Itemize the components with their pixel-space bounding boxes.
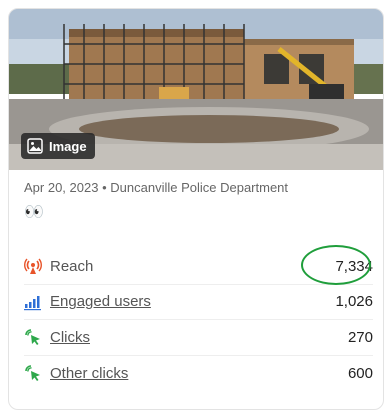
metrics-list: Reach 7,334 Engaged users 1,026 Clicks 2… [24,245,373,392]
metric-link-engaged-users[interactable]: Engaged users [50,293,151,310]
meta-separator: • [102,180,107,195]
metric-row-engaged-users: Engaged users 1,026 [24,285,373,320]
cursor-click-icon [24,364,42,382]
metric-value-engaged-users: 1,026 [335,293,373,311]
post-insights-card: Image Apr 20, 2023 • Duncanville Police … [8,8,384,410]
metric-row-reach: Reach 7,334 [24,245,373,285]
image-icon [27,138,43,154]
metric-link-other-clicks[interactable]: Other clicks [50,365,128,382]
post-meta: Apr 20, 2023 • Duncanville Police Depart… [24,180,288,195]
image-badge-label: Image [49,138,87,154]
metric-value-other-clicks: 600 [347,364,373,382]
post-image[interactable]: Image [9,9,383,170]
metric-value-reach: 7,334 [335,257,373,275]
metric-link-clicks[interactable]: Clicks [50,329,90,346]
cursor-click-icon [24,328,42,346]
post-date: Apr 20, 2023 [24,180,99,195]
page-name: Duncanville Police Department [110,180,289,195]
metric-value-clicks: 270 [347,328,373,346]
metric-row-clicks: Clicks 270 [24,320,373,356]
metric-label-reach: Reach [50,257,94,275]
bar-chart-icon [24,293,42,311]
image-type-badge: Image [21,133,95,159]
reach-icon [24,257,42,275]
metric-row-other-clicks: Other clicks 600 [24,356,373,392]
post-caption-emoji: 👀 [24,204,44,221]
